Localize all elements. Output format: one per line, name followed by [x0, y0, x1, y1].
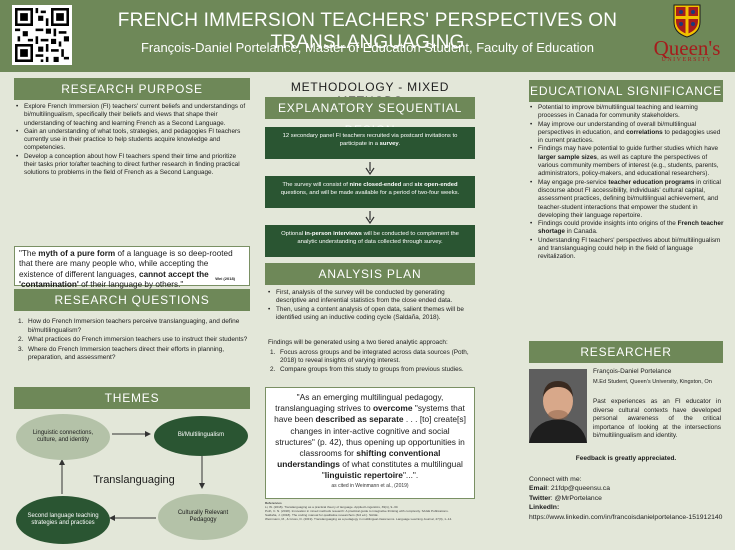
survey-design-box: The survey will consist of nine closed-e…	[265, 176, 475, 208]
list-item: 1. How do French Immersion teachers perce…	[18, 318, 240, 334]
linkedin-link[interactable]: https://www.linkedin.com/in/francoisdani…	[529, 513, 723, 522]
theme-node-pedagogy: Culturally Relevant Pedagogy	[158, 494, 248, 540]
queens-logo: Queen's UNIVERSITY	[646, 4, 728, 66]
researcher-bio: Past experiences as an FI educator in di…	[593, 398, 721, 440]
quote-attribution: as cited in Weinmann et al., (2019)	[331, 482, 409, 489]
logo-subtext: UNIVERSITY	[661, 57, 713, 63]
research-purpose-heading: RESEARCH PURPOSE	[14, 78, 250, 100]
reference-item: Weinmann, M., & Gross, D. (2019). Transl…	[265, 516, 453, 521]
researcher-role: M.Ed Student, Queen's University, Kingst…	[593, 379, 712, 385]
quote-attribution: Wei (2018)	[215, 275, 235, 281]
researcher-name: François-Daniel Portelance	[593, 368, 672, 375]
title-banner: FRENCH IMMERSION TEACHERS' PERSPECTIVES …	[0, 0, 735, 72]
analysis-list: First, analysis of the survey will be co…	[268, 289, 475, 322]
linkedin-label: LinkedIn:	[529, 504, 560, 512]
email-line[interactable]: Email: 21fdp@queensu.ca	[529, 484, 723, 493]
themes-heading: THEMES	[14, 387, 250, 409]
quote-emphasis: described as separate	[315, 414, 404, 425]
methodology-subheading: EXPLANATORY SEQUENTIAL DESIGN	[265, 97, 475, 137]
analysis-steps: 1. Focus across groups and be integrated …	[270, 349, 475, 375]
qr-code-icon	[15, 8, 69, 62]
analysis-intro: Findings will be generated using a two t…	[268, 339, 448, 346]
list-item: 1. Focus across groups and be integrated …	[270, 349, 469, 365]
person-portrait-icon	[529, 369, 587, 443]
down-arrow-icon	[365, 211, 375, 224]
list-item: Then, using a content analysis of open d…	[268, 306, 475, 323]
significance-list: Potential to improve bi/multilingual tea…	[530, 104, 724, 262]
list-item: First, analysis of the survey will be co…	[268, 289, 475, 306]
list-item: Explore French Immersion (FI) teachers' …	[16, 103, 250, 128]
research-questions-list: 1. How do French Immersion teachers perce…	[18, 318, 250, 364]
list-item: Develop a conception about how FI teache…	[16, 153, 250, 178]
references: References Li, W. (2018). Translanguagin…	[265, 501, 475, 522]
research-questions-heading: RESEARCH QUESTIONS	[14, 289, 250, 311]
researcher-heading: RESEARCHER	[529, 341, 723, 363]
connect-label: Connect with me:	[529, 476, 582, 483]
feedback-note: Feedback is greatly appreciated.	[575, 455, 677, 462]
list-item: 2. Compare groups from this study to grou…	[270, 365, 464, 373]
theme-node-bilingualism: Bi/Multilingualism	[154, 416, 248, 456]
translanguaging-quote: "As an emerging multilingual pedagogy, t…	[265, 387, 475, 499]
theme-node-linguistic: Linguistic connections, culture, and ide…	[16, 414, 110, 460]
researcher-photo	[529, 369, 587, 443]
list-item: Findings may have potential to guide fur…	[530, 145, 724, 178]
educational-significance-heading: EDUCATIONAL SIGNIFICANCE	[529, 80, 723, 102]
list-item: Understanding FI teachers' perspectives …	[530, 237, 724, 262]
down-arrow-icon	[365, 162, 375, 175]
list-item: Gain an understanding of what tools, str…	[16, 128, 250, 153]
list-item: May engage pre-service teacher education…	[530, 179, 724, 220]
quote-emphasis: linguistic repertoire	[324, 470, 403, 481]
pure-form-quote: "The myth of a pure form of a language i…	[14, 246, 250, 289]
list-item: Potential to improve bi/multilingual tea…	[530, 104, 724, 121]
list-item: 2. What practices do French immersion tea…	[18, 336, 248, 344]
research-purpose-list: Explore French Immersion (FI) teachers' …	[16, 103, 250, 178]
analysis-plan-heading: ANALYSIS PLAN	[265, 263, 475, 285]
qr-code[interactable]	[12, 5, 72, 65]
list-item: May improve our understanding of overall…	[530, 121, 724, 146]
twitter-line[interactable]: Twitter: @MrPortelance	[529, 494, 723, 503]
theme-node-strategies: Second language teaching strategies and …	[16, 496, 110, 544]
crest-icon	[673, 4, 701, 38]
quote-emphasis: overcome	[372, 403, 413, 414]
themes-diagram: Linguistic connections, culture, and ide…	[14, 412, 250, 546]
translanguaging-label: Translanguaging	[93, 474, 175, 486]
interviews-box: Optional in-person interviews will be co…	[265, 225, 475, 257]
poster-subtitle: François-Daniel Portelance, Master of Ed…	[140, 40, 595, 55]
contact-block: Connect with me: Email: 21fdp@queensu.ca…	[529, 475, 723, 522]
survey-recruitment-box: 12 secondary panel FI teachers recruited…	[265, 127, 475, 159]
list-item: Findings could provide insights into ori…	[530, 220, 724, 237]
quote-emphasis: myth of a pure form	[38, 249, 116, 258]
logo-wordmark: Queen's	[653, 36, 721, 60]
list-item: 3. Where do French Immersion teachers dir…	[18, 345, 225, 362]
